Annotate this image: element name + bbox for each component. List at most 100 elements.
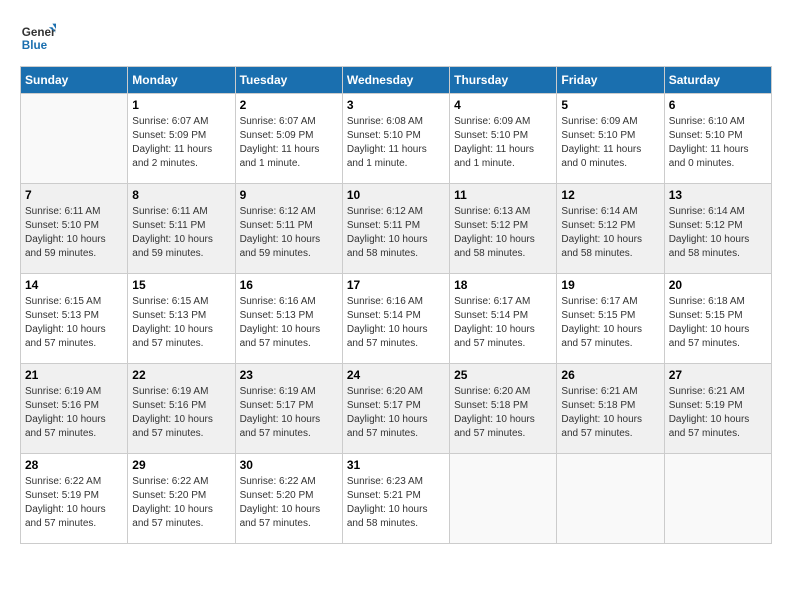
- day-number: 25: [454, 368, 552, 382]
- day-number: 10: [347, 188, 445, 202]
- day-info: Sunrise: 6:12 AMSunset: 5:11 PMDaylight:…: [240, 205, 338, 261]
- day-info: Sunrise: 6:17 AMSunset: 5:14 PMDaylight:…: [454, 295, 552, 351]
- day-number: 19: [561, 278, 659, 292]
- calendar-header-row: SundayMondayTuesdayWednesdayThursdayFrid…: [21, 67, 772, 94]
- day-info: Sunrise: 6:14 AMSunset: 5:12 PMDaylight:…: [561, 205, 659, 261]
- calendar-week-row: 7 Sunrise: 6:11 AMSunset: 5:10 PMDaylight…: [21, 184, 772, 274]
- day-number: 18: [454, 278, 552, 292]
- day-number: 8: [132, 188, 230, 202]
- day-info: Sunrise: 6:19 AMSunset: 5:16 PMDaylight:…: [132, 385, 230, 441]
- day-info: Sunrise: 6:10 AMSunset: 5:10 PMDaylight:…: [669, 115, 767, 171]
- day-number: 5: [561, 98, 659, 112]
- day-info: Sunrise: 6:23 AMSunset: 5:21 PMDaylight:…: [347, 475, 445, 531]
- calendar-week-row: 28 Sunrise: 6:22 AMSunset: 5:19 PMDayligh…: [21, 454, 772, 544]
- calendar-cell: 5 Sunrise: 6:09 AMSunset: 5:10 PMDaylight…: [557, 94, 664, 184]
- day-number: 6: [669, 98, 767, 112]
- calendar-cell: 24 Sunrise: 6:20 AMSunset: 5:17 PMDayligh…: [342, 364, 449, 454]
- calendar-cell: 9 Sunrise: 6:12 AMSunset: 5:11 PMDaylight…: [235, 184, 342, 274]
- day-number: 4: [454, 98, 552, 112]
- day-info: Sunrise: 6:18 AMSunset: 5:15 PMDaylight:…: [669, 295, 767, 351]
- calendar-cell: 7 Sunrise: 6:11 AMSunset: 5:10 PMDaylight…: [21, 184, 128, 274]
- calendar-header-wednesday: Wednesday: [342, 67, 449, 94]
- calendar-cell: 21Sunrise: 6:19 AMSunset: 5:16 PMDayligh…: [21, 364, 128, 454]
- day-info: Sunrise: 6:07 AMSunset: 5:09 PMDaylight:…: [240, 115, 338, 171]
- page-header: General Blue: [20, 20, 772, 56]
- calendar-cell: [557, 454, 664, 544]
- calendar-header-thursday: Thursday: [450, 67, 557, 94]
- day-info: Sunrise: 6:21 AMSunset: 5:18 PMDaylight:…: [561, 385, 659, 441]
- calendar-week-row: 21 Sunrise: 6:19 AMSunset: 5:16 PMDayligh…: [21, 364, 772, 454]
- day-info: Sunrise: 6:11 AMSunset: 5:10 PMDaylight:…: [25, 205, 123, 261]
- day-number: 9: [240, 188, 338, 202]
- svg-text:Blue: Blue: [22, 39, 48, 52]
- calendar-cell: [450, 454, 557, 544]
- day-number: 14: [25, 278, 123, 292]
- calendar-cell: [21, 94, 128, 184]
- day-info: Sunrise: 6:11 AMSunset: 5:11 PMDaylight:…: [132, 205, 230, 261]
- day-info: Sunrise: 6:16 AMSunset: 5:13 PMDaylight:…: [240, 295, 338, 351]
- calendar-cell: 26Sunrise: 6:21 AMSunset: 5:18 PMDayligh…: [557, 364, 664, 454]
- calendar-week-row: 1 Sunrise: 6:07 AMSunset: 5:09 PMDaylight…: [21, 94, 772, 184]
- day-info: Sunrise: 6:15 AMSunset: 5:13 PMDaylight:…: [132, 295, 230, 351]
- day-info: Sunrise: 6:09 AMSunset: 5:10 PMDaylight:…: [561, 115, 659, 171]
- day-number: 16: [240, 278, 338, 292]
- day-number: 1: [132, 98, 230, 112]
- day-info: Sunrise: 6:09 AMSunset: 5:10 PMDaylight:…: [454, 115, 552, 171]
- day-info: Sunrise: 6:13 AMSunset: 5:12 PMDaylight:…: [454, 205, 552, 261]
- day-info: Sunrise: 6:20 AMSunset: 5:17 PMDaylight:…: [347, 385, 445, 441]
- day-info: Sunrise: 6:19 AMSunset: 5:17 PMDaylight:…: [240, 385, 338, 441]
- day-info: Sunrise: 6:08 AMSunset: 5:10 PMDaylight:…: [347, 115, 445, 171]
- calendar-header-friday: Friday: [557, 67, 664, 94]
- day-number: 21: [25, 368, 123, 382]
- calendar-cell: 18 Sunrise: 6:17 AMSunset: 5:14 PMDayligh…: [450, 274, 557, 364]
- calendar-cell: 4 Sunrise: 6:09 AMSunset: 5:10 PMDaylight…: [450, 94, 557, 184]
- calendar-header-sunday: Sunday: [21, 67, 128, 94]
- calendar-cell: 23Sunrise: 6:19 AMSunset: 5:17 PMDayligh…: [235, 364, 342, 454]
- calendar-cell: 13 Sunrise: 6:14 AMSunset: 5:12 PMDayligh…: [664, 184, 771, 274]
- calendar-week-row: 14 Sunrise: 6:15 AMSunset: 5:13 PMDayligh…: [21, 274, 772, 364]
- day-number: 17: [347, 278, 445, 292]
- logo: General Blue: [20, 20, 56, 56]
- calendar-cell: [664, 454, 771, 544]
- day-info: Sunrise: 6:22 AMSunset: 5:19 PMDaylight:…: [25, 475, 123, 531]
- day-number: 13: [669, 188, 767, 202]
- day-info: Sunrise: 6:14 AMSunset: 5:12 PMDaylight:…: [669, 205, 767, 261]
- day-number: 24: [347, 368, 445, 382]
- calendar-cell: 17 Sunrise: 6:16 AMSunset: 5:14 PMDayligh…: [342, 274, 449, 364]
- day-number: 15: [132, 278, 230, 292]
- calendar-cell: 8 Sunrise: 6:11 AMSunset: 5:11 PMDaylight…: [128, 184, 235, 274]
- day-info: Sunrise: 6:12 AMSunset: 5:11 PMDaylight:…: [347, 205, 445, 261]
- day-number: 20: [669, 278, 767, 292]
- day-info: Sunrise: 6:22 AMSunset: 5:20 PMDaylight:…: [132, 475, 230, 531]
- day-number: 7: [25, 188, 123, 202]
- calendar-cell: 14 Sunrise: 6:15 AMSunset: 5:13 PMDayligh…: [21, 274, 128, 364]
- day-number: 2: [240, 98, 338, 112]
- calendar-cell: 6 Sunrise: 6:10 AMSunset: 5:10 PMDaylight…: [664, 94, 771, 184]
- day-info: Sunrise: 6:22 AMSunset: 5:20 PMDaylight:…: [240, 475, 338, 531]
- calendar-cell: 15 Sunrise: 6:15 AMSunset: 5:13 PMDayligh…: [128, 274, 235, 364]
- day-number: 12: [561, 188, 659, 202]
- day-info: Sunrise: 6:21 AMSunset: 5:19 PMDaylight:…: [669, 385, 767, 441]
- day-info: Sunrise: 6:15 AMSunset: 5:13 PMDaylight:…: [25, 295, 123, 351]
- calendar-cell: 1 Sunrise: 6:07 AMSunset: 5:09 PMDaylight…: [128, 94, 235, 184]
- calendar-header-saturday: Saturday: [664, 67, 771, 94]
- calendar-cell: 16 Sunrise: 6:16 AMSunset: 5:13 PMDayligh…: [235, 274, 342, 364]
- day-info: Sunrise: 6:16 AMSunset: 5:14 PMDaylight:…: [347, 295, 445, 351]
- day-info: Sunrise: 6:07 AMSunset: 5:09 PMDaylight:…: [132, 115, 230, 171]
- calendar-header-tuesday: Tuesday: [235, 67, 342, 94]
- day-number: 22: [132, 368, 230, 382]
- day-number: 29: [132, 458, 230, 472]
- calendar-cell: 12 Sunrise: 6:14 AMSunset: 5:12 PMDayligh…: [557, 184, 664, 274]
- calendar-header-monday: Monday: [128, 67, 235, 94]
- day-info: Sunrise: 6:20 AMSunset: 5:18 PMDaylight:…: [454, 385, 552, 441]
- day-number: 28: [25, 458, 123, 472]
- day-number: 31: [347, 458, 445, 472]
- calendar-cell: 30Sunrise: 6:22 AMSunset: 5:20 PMDayligh…: [235, 454, 342, 544]
- calendar-cell: 28 Sunrise: 6:22 AMSunset: 5:19 PMDayligh…: [21, 454, 128, 544]
- calendar-cell: 11Sunrise: 6:13 AMSunset: 5:12 PMDayligh…: [450, 184, 557, 274]
- day-info: Sunrise: 6:17 AMSunset: 5:15 PMDaylight:…: [561, 295, 659, 351]
- logo-icon: General Blue: [20, 20, 56, 56]
- calendar-cell: 22 Sunrise: 6:19 AMSunset: 5:16 PMDayligh…: [128, 364, 235, 454]
- calendar-cell: 29 Sunrise: 6:22 AMSunset: 5:20 PMDayligh…: [128, 454, 235, 544]
- calendar-cell: 31 Sunrise: 6:23 AMSunset: 5:21 PMDayligh…: [342, 454, 449, 544]
